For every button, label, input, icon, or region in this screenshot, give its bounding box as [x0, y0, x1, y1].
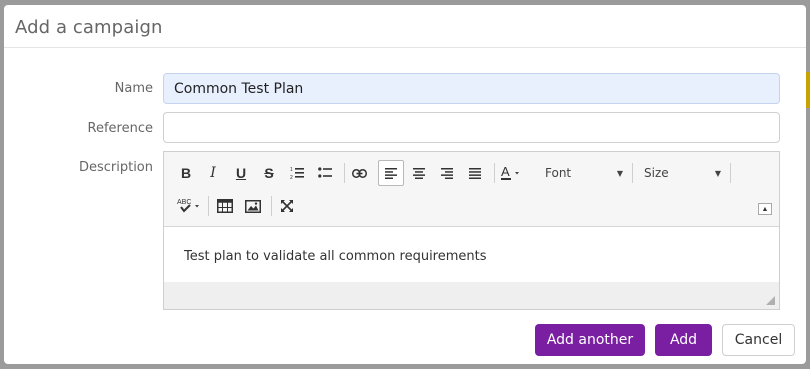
align-left-icon[interactable] [378, 160, 404, 186]
toolbar-separator [730, 163, 731, 183]
font-dropdown[interactable]: Font ▼ [545, 160, 623, 186]
font-dropdown-label: Font [545, 166, 572, 180]
add-another-button[interactable]: Add another [535, 324, 645, 356]
toolbar-separator [632, 163, 633, 183]
editor-content-text: Test plan to validate all common require… [184, 249, 487, 264]
image-icon[interactable] [240, 193, 266, 219]
add-campaign-dialog: Add a campaign Name Common Test Plan Ref… [4, 5, 806, 364]
editor-content[interactable]: Test plan to validate all common require… [164, 227, 779, 282]
cancel-button[interactable]: Cancel [722, 324, 795, 356]
add-button[interactable]: Add [655, 324, 712, 356]
justify-icon[interactable] [462, 160, 488, 186]
toolbar-separator [494, 163, 495, 183]
link-icon[interactable] [346, 160, 372, 186]
name-input[interactable]: Common Test Plan [163, 73, 780, 104]
table-icon[interactable] [212, 193, 238, 219]
svg-text:1: 1 [290, 167, 293, 173]
svg-text:2: 2 [290, 175, 293, 180]
dialog-title: Add a campaign [15, 17, 163, 38]
numbered-list-icon[interactable]: 12 [284, 160, 310, 186]
bulleted-list-icon[interactable] [312, 160, 338, 186]
chevron-down-icon: ▼ [616, 168, 623, 178]
chevron-down-icon: ▼ [714, 168, 721, 178]
name-label: Name [114, 81, 153, 96]
resize-grip-icon[interactable] [766, 296, 775, 305]
text-color-icon[interactable]: A [498, 160, 526, 186]
reference-label: Reference [87, 121, 153, 136]
maximize-icon[interactable] [274, 193, 300, 219]
name-input-value: Common Test Plan [174, 80, 304, 97]
spellcheck-icon[interactable]: ABC [173, 193, 205, 219]
toolbar-separator [344, 163, 345, 183]
dialog-header: Add a campaign [4, 5, 806, 48]
underline-icon[interactable]: U [228, 160, 254, 186]
description-editor: B I U S 12 A Font ▼ Size ▼ ABC ▲ Test pl… [163, 151, 780, 310]
bold-icon[interactable]: B [173, 160, 199, 186]
collapse-toolbar-icon[interactable]: ▲ [758, 203, 772, 215]
reference-input[interactable] [163, 112, 780, 143]
description-label: Description [78, 160, 153, 175]
align-center-icon[interactable] [406, 160, 432, 186]
align-right-icon[interactable] [434, 160, 460, 186]
toolbar-separator [271, 196, 272, 216]
toolbar-separator [208, 196, 209, 216]
italic-icon[interactable]: I [200, 160, 226, 186]
editor-statusbar [164, 282, 779, 309]
size-dropdown[interactable]: Size ▼ [644, 160, 721, 186]
size-dropdown-label: Size [644, 166, 669, 180]
strikethrough-icon[interactable]: S [256, 160, 282, 186]
editor-toolbar: B I U S 12 A Font ▼ Size ▼ ABC ▲ [164, 152, 779, 227]
svg-text:A: A [501, 165, 510, 179]
